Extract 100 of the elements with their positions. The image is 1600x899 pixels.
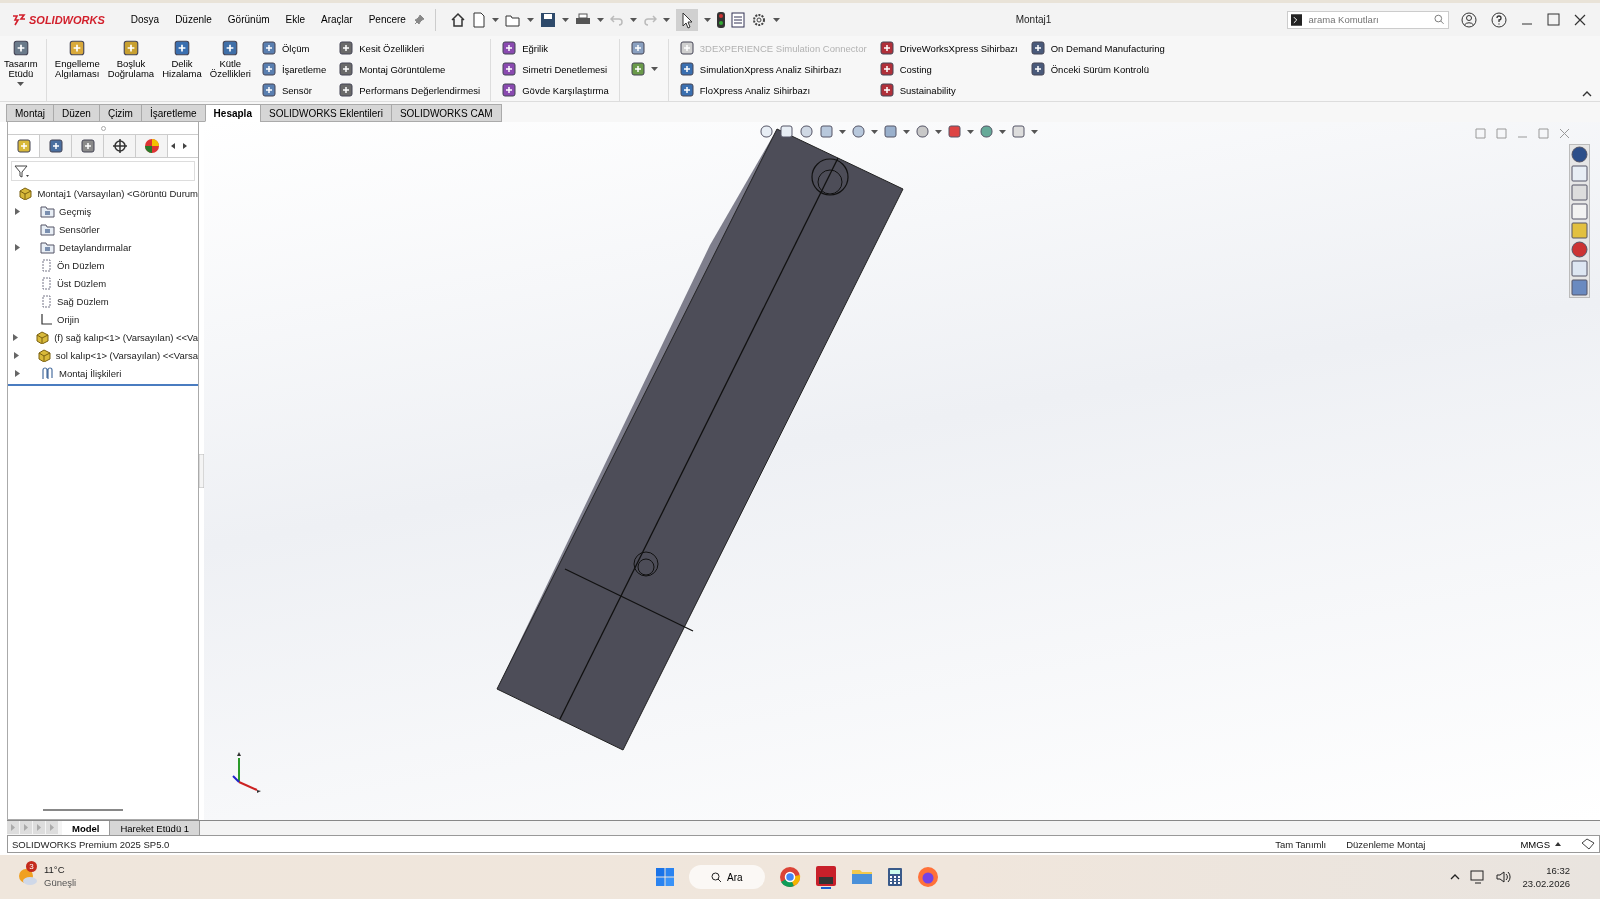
3d-block-model[interactable]: [496, 128, 904, 751]
ribbon-item[interactable]: SimulationXpress Analiz Sihirbazı: [678, 60, 867, 78]
clock-time[interactable]: 16:32: [1546, 863, 1570, 877]
tile-right-icon[interactable]: [1496, 128, 1507, 139]
tree-item[interactable]: Geçmiş: [59, 205, 92, 217]
caret-icon[interactable]: [596, 17, 604, 22]
horizontal-scrollbar[interactable]: [43, 809, 123, 811]
expand-arrow-icon[interactable]: [13, 333, 19, 341]
ribbon-item[interactable]: Simetri Denetlemesi: [501, 60, 609, 78]
tile-left-icon[interactable]: [1475, 128, 1486, 139]
menu-item[interactable]: Pencere: [360, 14, 414, 25]
handle-icon[interactable]: [100, 125, 106, 131]
menu-item[interactable]: Görünüm: [219, 14, 278, 25]
caret-icon[interactable]: [703, 17, 711, 22]
ribbon-item[interactable]: Montaj Görüntüleme: [338, 60, 481, 78]
volume-icon[interactable]: [1496, 870, 1513, 884]
caret-icon[interactable]: [662, 17, 670, 22]
tree-item[interactable]: Ön Düzlem: [57, 259, 105, 271]
menu-item[interactable]: Dosya: [122, 14, 168, 25]
caret-icon[interactable]: [772, 17, 780, 22]
menu-item[interactable]: Ekle: [277, 14, 313, 25]
dimxpert-tab[interactable]: [104, 135, 136, 157]
search-box[interactable]: arama Komutları: [1287, 10, 1449, 29]
ribbon-item[interactable]: Costing: [878, 60, 1018, 78]
browser-icon[interactable]: [778, 866, 801, 888]
expand-arrow-icon[interactable]: [14, 369, 20, 377]
account-icon[interactable]: [1461, 11, 1477, 28]
caret-icon[interactable]: [491, 17, 499, 22]
expand-arrow-icon[interactable]: [14, 207, 20, 215]
ribbon-item[interactable]: On Demand Manufacturing: [1029, 39, 1165, 57]
tree-item[interactable]: Sensörler: [59, 223, 100, 235]
menu-item[interactable]: Araçlar: [313, 14, 361, 25]
ribbon-item[interactable]: Sustainability: [878, 81, 1018, 99]
bottom-tab[interactable]: Hareket Etüdü 1: [110, 821, 201, 835]
save-icon[interactable]: [539, 11, 556, 28]
ribbon-button[interactable]: Engelleme Algılaması: [50, 39, 104, 80]
tree-item[interactable]: Montaj İlişkileri: [59, 367, 122, 379]
ribbon-button[interactable]: Tasarım Etüdü: [0, 39, 42, 86]
ribbon-item[interactable]: Gövde Karşılaştırma: [501, 81, 609, 99]
close-icon[interactable]: [1574, 13, 1586, 26]
ribbon-item[interactable]: Önceki Sürüm Kontrolü: [1029, 60, 1165, 78]
settings-icon[interactable]: [750, 11, 767, 28]
caret-icon[interactable]: [999, 129, 1006, 134]
ribbon-item[interactable]: Ölçüm: [260, 39, 327, 57]
command-tab[interactable]: Montaj: [6, 104, 54, 122]
taskbar-search[interactable]: Ara: [689, 865, 765, 889]
chevron-up-icon[interactable]: [1450, 874, 1461, 880]
menu-item[interactable]: Düzenle: [167, 14, 220, 25]
help-icon[interactable]: [1491, 11, 1507, 28]
ribbon-item[interactable]: Kesit Özellikleri: [338, 39, 481, 57]
ribbon-button[interactable]: Boşluk Doğrulama: [103, 39, 159, 80]
tree-item[interactable]: (f) sağ kalıp<1> (Varsayılan) <<Va: [54, 331, 198, 343]
ribbon-button[interactable]: Delik Hizalama: [158, 39, 206, 80]
collapse-chevron-icon[interactable]: [1582, 91, 1592, 97]
ribbon-item[interactable]: İşaretleme: [260, 60, 327, 78]
configuration-tab[interactable]: [72, 135, 104, 157]
caret-icon[interactable]: [839, 129, 846, 134]
filter-icon[interactable]: [14, 164, 30, 178]
tree-item[interactable]: Detaylandırmalar: [59, 241, 132, 253]
command-tab[interactable]: İşaretleme: [140, 104, 206, 122]
command-tab[interactable]: Hesapla: [204, 104, 261, 122]
ribbon-button[interactable]: Kütle Özellikleri: [205, 39, 255, 80]
app-icon[interactable]: [814, 865, 837, 889]
weather-widget[interactable]: 3 11°C Güneşli: [0, 864, 77, 890]
clock-date[interactable]: 23.02.2026: [1522, 877, 1570, 891]
command-tab[interactable]: SOLIDWORKS Eklentileri: [259, 104, 392, 122]
caret-icon[interactable]: [561, 17, 569, 22]
maximize-icon[interactable]: [1547, 13, 1560, 26]
tree-item[interactable]: Montaj1 (Varsayılan) <Görüntü Durum: [37, 187, 198, 199]
caret-icon[interactable]: [935, 129, 942, 134]
ribbon-item[interactable]: Eğrilik: [501, 39, 609, 57]
ribbon-item[interactable]: DriveWorksXpress Sihirbazı: [878, 39, 1018, 57]
expand-arrow-icon[interactable]: [14, 243, 20, 251]
caret-icon[interactable]: [903, 129, 910, 134]
property-tab[interactable]: [40, 135, 72, 157]
appearance-tab[interactable]: [136, 135, 168, 157]
ribbon-item[interactable]: FloXpress Analiz Sihirbazı: [678, 81, 867, 99]
caret-icon[interactable]: [871, 129, 878, 134]
ribbon-item[interactable]: Performans Değerlendirmesi: [338, 81, 481, 99]
expand-arrow-icon[interactable]: [13, 351, 19, 359]
network-icon[interactable]: [1470, 870, 1487, 884]
pin-icon[interactable]: [413, 14, 425, 25]
caret-icon[interactable]: [1031, 129, 1038, 134]
check-tool-button[interactable]: [629, 60, 658, 78]
ribbon-item[interactable]: Sensör: [260, 81, 327, 99]
tree-item[interactable]: sol kalıp<1> (Varsayılan) <<Varsa: [55, 349, 198, 361]
tree-item[interactable]: Üst Düzlem: [57, 277, 107, 289]
select-cursor-icon[interactable]: [675, 8, 698, 31]
command-tab[interactable]: Çizim: [98, 104, 142, 122]
windows-start-icon[interactable]: [655, 867, 675, 887]
new-document-icon[interactable]: [471, 11, 486, 28]
traffic-light-icon[interactable]: [716, 11, 725, 28]
bottom-tab[interactable]: Model: [62, 821, 111, 835]
command-tab[interactable]: Düzen: [53, 104, 100, 122]
calculator-icon[interactable]: [886, 867, 903, 887]
firefox-icon[interactable]: [916, 866, 939, 888]
caret-icon[interactable]: [629, 17, 637, 22]
command-tab[interactable]: SOLIDWORKS CAM: [390, 104, 502, 122]
tree-item[interactable]: Orijin: [57, 313, 80, 325]
caret-icon[interactable]: [967, 129, 974, 134]
